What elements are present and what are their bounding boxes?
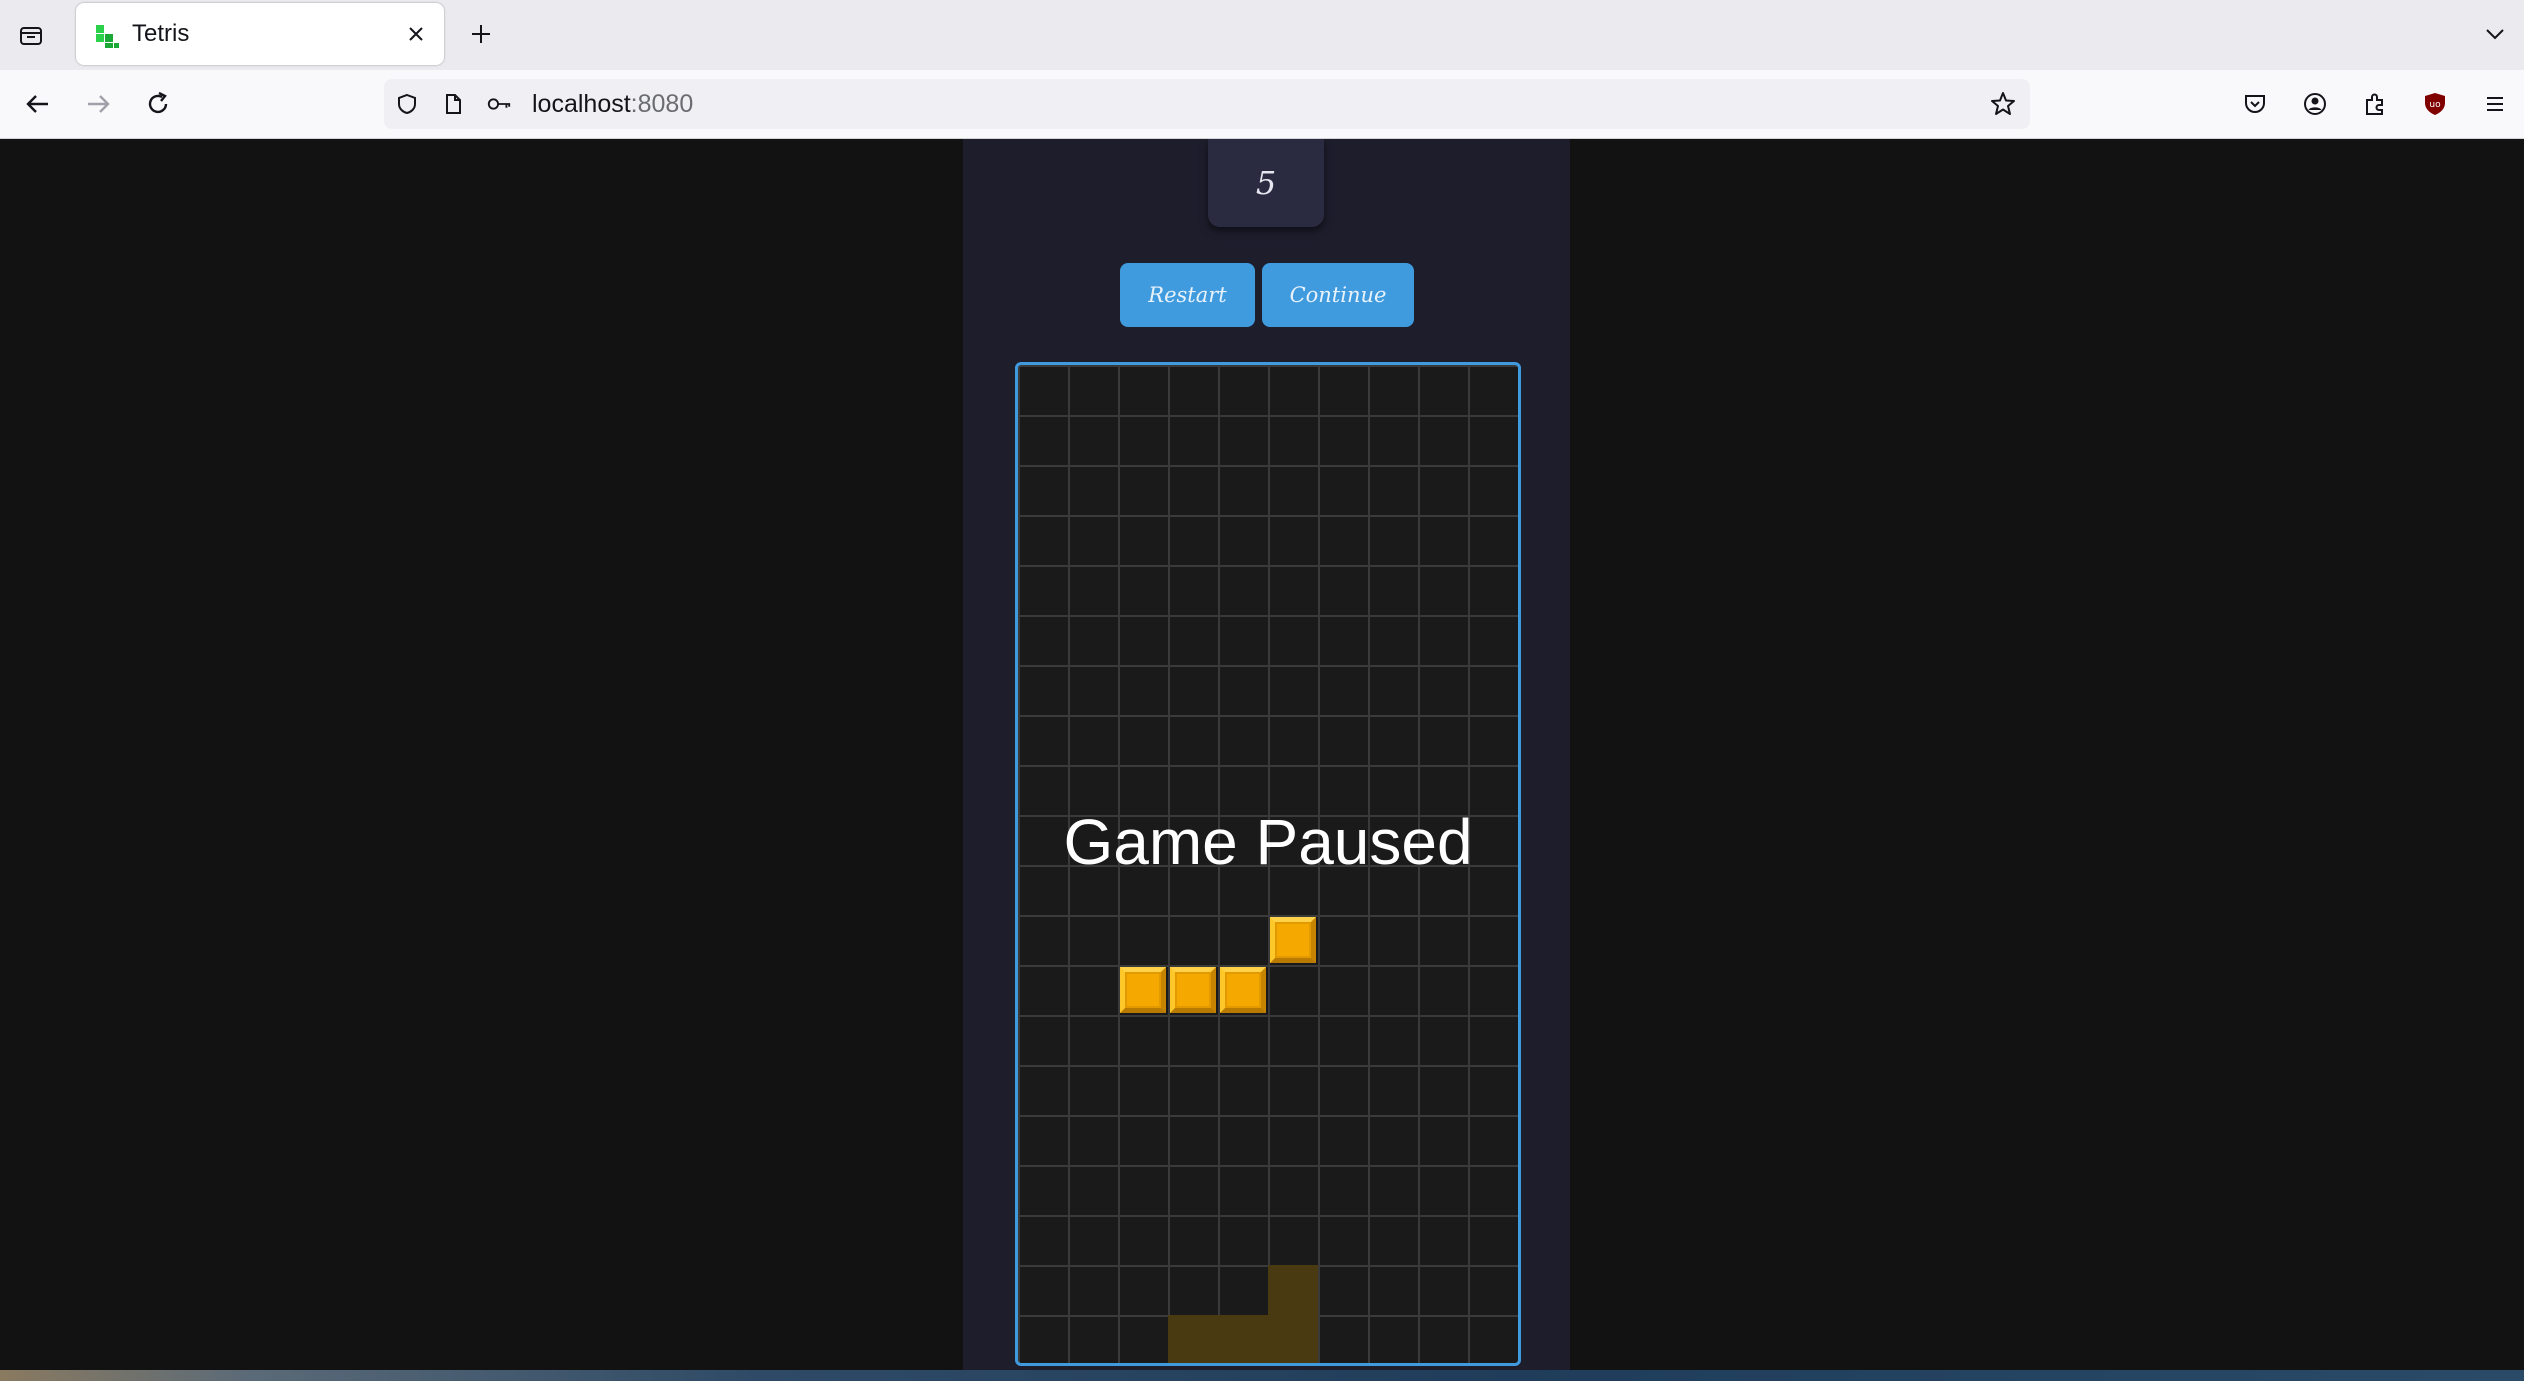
tetris-favicon-icon [94,23,120,49]
ublock-shield-icon[interactable]: uo [2415,84,2455,124]
restart-button[interactable]: Restart [1120,263,1255,327]
ghost-piece-cell [1218,1315,1268,1363]
close-tab-icon[interactable] [402,20,430,48]
back-arrow-icon[interactable] [18,84,58,124]
url-port: :8080 [630,90,694,118]
ghost-piece-cell [1268,1315,1318,1363]
chevron-down-icon[interactable] [2476,15,2514,53]
url-text[interactable]: localhost:8080 [532,90,693,119]
browser-tab-active[interactable]: Tetris [76,3,444,65]
bookmark-star-icon[interactable] [1990,91,2016,117]
score-display: 5 [1208,139,1324,227]
key-icon[interactable] [486,91,512,117]
active-piece-cell [1220,967,1266,1013]
new-tab-icon[interactable] [462,15,500,53]
reload-icon[interactable] [138,84,178,124]
active-piece-cell [1120,967,1166,1013]
active-piece-cell [1270,917,1316,963]
pocket-icon[interactable] [2235,84,2275,124]
page-info-icon[interactable] [440,91,466,117]
page-viewport: 5 Restart Continue Game Paused [0,139,2524,1370]
forward-arrow-icon[interactable] [78,84,118,124]
extensions-icon[interactable] [2355,84,2395,124]
svg-text:uo: uo [2429,100,2441,110]
game-panel: 5 Restart Continue Game Paused [963,139,1570,1370]
ghost-piece-cell [1268,1265,1318,1315]
address-bar[interactable]: localhost:8080 [384,79,2030,129]
browser-tab-bar: Tetris [0,0,2524,70]
hamburger-menu-icon[interactable] [2475,84,2515,124]
url-host: localhost [532,90,631,118]
tab-title: Tetris [132,20,190,47]
game-board[interactable]: Game Paused [1015,362,1521,1366]
account-icon[interactable] [2295,84,2335,124]
shield-icon[interactable] [394,91,420,117]
continue-button[interactable]: Continue [1262,263,1414,327]
desktop-wallpaper-strip [0,1370,2524,1381]
pause-message: Game Paused [1063,806,1473,878]
browser-nav-bar: localhost:8080 uo [0,70,2524,139]
active-piece-cell [1170,967,1216,1013]
ghost-piece-cell [1168,1315,1218,1363]
tab-list-icon[interactable] [12,16,50,54]
